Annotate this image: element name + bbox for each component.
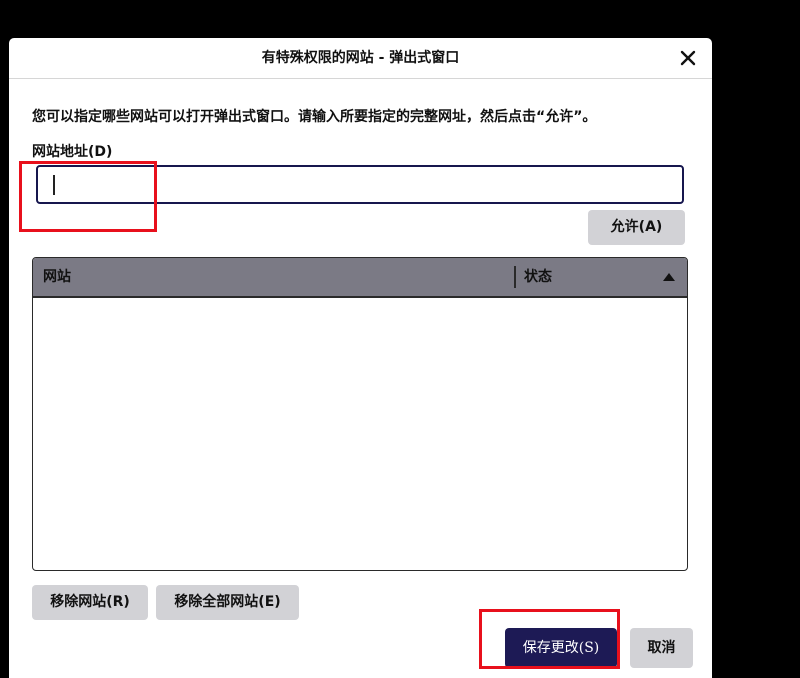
popup-permissions-dialog: 有特殊权限的网站 - 弹出式窗口 您可以指定哪些网站可以打开弹出式窗口。请输入所… bbox=[9, 38, 712, 678]
sort-ascending-icon[interactable] bbox=[663, 273, 675, 281]
allow-button[interactable]: 允许(A) bbox=[588, 210, 685, 245]
dialog-title: 有特殊权限的网站 - 弹出式窗口 bbox=[261, 50, 460, 66]
text-caret bbox=[53, 175, 55, 195]
cancel-button[interactable]: 取消 bbox=[630, 628, 693, 668]
dialog-titlebar: 有特殊权限的网站 - 弹出式窗口 bbox=[9, 38, 712, 79]
url-field-label: 网站地址(D) bbox=[32, 144, 113, 160]
remove-all-sites-button[interactable]: 移除全部网站(E) bbox=[156, 585, 299, 620]
close-button[interactable] bbox=[674, 44, 702, 72]
save-changes-button[interactable]: 保存更改(S) bbox=[505, 628, 617, 668]
url-input[interactable] bbox=[36, 165, 684, 204]
column-divider[interactable] bbox=[514, 266, 516, 288]
remove-site-button[interactable]: 移除网站(R) bbox=[32, 585, 148, 620]
column-header-site[interactable]: 网站 bbox=[43, 258, 71, 296]
site-list[interactable]: 网站 状态 bbox=[32, 257, 688, 571]
site-list-header: 网站 状态 bbox=[33, 258, 687, 298]
close-icon bbox=[680, 50, 696, 66]
dialog-description: 您可以指定哪些网站可以打开弹出式窗口。请输入所要指定的完整网址，然后点击“允许”… bbox=[32, 109, 597, 125]
column-header-status[interactable]: 状态 bbox=[524, 258, 552, 296]
